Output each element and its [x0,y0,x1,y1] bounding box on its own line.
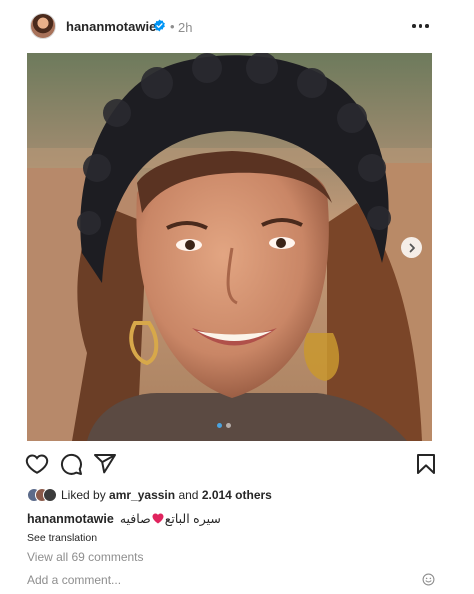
post-media[interactable] [27,53,432,441]
caption: hananmotawie سيره الباتع صافيه [27,511,221,526]
carousel-dot-1 [217,423,222,428]
action-bar [0,452,474,476]
add-comment-input[interactable]: Add a comment... [27,573,121,587]
likes-others-link[interactable]: 2.014 others [202,488,272,502]
likes-joiner: and [178,488,199,502]
caption-text-start: صافيه [119,512,151,526]
likes-row: Liked by amr_yassin and 2.014 others [27,488,447,502]
caption-text-end: سيره الباتع [164,512,221,526]
liker-avatar[interactable] [43,488,57,502]
view-comments-link[interactable]: View all 69 comments [27,550,144,564]
share-icon[interactable] [93,452,117,476]
more-options-icon[interactable] [412,20,432,32]
likes-text: Liked by amr_yassin and 2.014 others [61,488,272,502]
liker-username[interactable]: amr_yassin [109,488,175,502]
red-heart-emoji-icon [152,513,164,524]
next-arrow-icon[interactable] [401,237,422,258]
username-link[interactable]: hananmotawie [66,19,156,34]
comment-icon[interactable] [59,452,83,476]
post-header: hananmotawie • 2h [0,0,474,52]
carousel-dots [217,423,231,428]
carousel-dot-2 [226,423,231,428]
see-translation-link[interactable]: See translation [27,532,97,544]
post-time[interactable]: 2h [178,20,192,35]
bookmark-icon[interactable] [414,452,438,476]
post-photo [27,53,432,441]
avatar[interactable] [30,13,56,39]
heart-icon[interactable] [25,452,49,476]
time-separator: • [170,19,175,34]
caption-username[interactable]: hananmotawie [27,512,114,526]
emoji-icon[interactable] [422,573,435,586]
likes-prefix: Liked by [61,488,106,502]
verified-badge-icon [154,19,165,32]
